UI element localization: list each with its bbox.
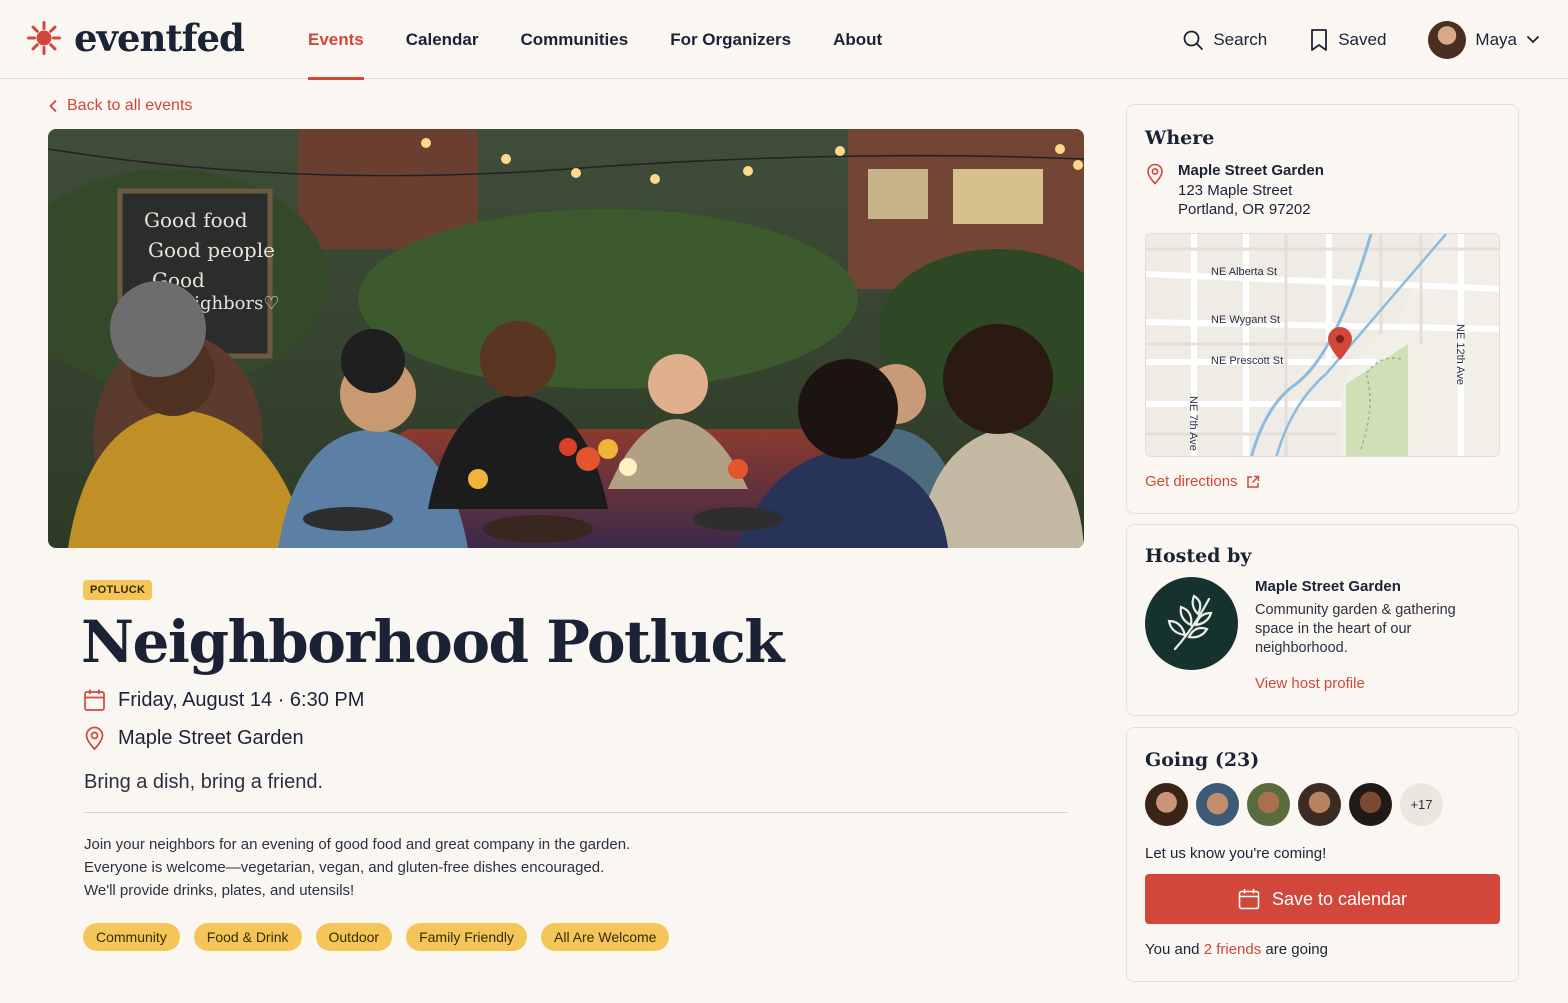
main-nav: Events Calendar Communities For Organize… (308, 0, 924, 80)
attendee-avatars: +17 (1145, 783, 1443, 826)
logo-wordmark: eventfed (74, 16, 245, 60)
chevron-down-icon (1526, 35, 1540, 44)
map-label-prescott: NE Prescott St (1211, 355, 1283, 367)
user-menu[interactable]: Maya (1428, 20, 1540, 59)
tag-family-friendly[interactable]: Family Friendly (406, 923, 527, 951)
get-directions-label: Get directions (1145, 473, 1238, 490)
nav-item-communities[interactable]: Communities (521, 0, 629, 79)
tag-outdoor[interactable]: Outdoor (315, 923, 393, 951)
nav-item-calendar[interactable]: Calendar (406, 0, 479, 79)
hosted-by-title: Hosted by (1145, 545, 1252, 567)
get-directions-link[interactable]: Get directions (1145, 473, 1260, 490)
save-to-calendar-label: Save to calendar (1271, 888, 1408, 909)
event-hero-image: Good food Good people Good neighbors♡ (48, 129, 1084, 548)
external-link-icon (1246, 475, 1259, 488)
leaf-icon (1167, 594, 1213, 651)
host-logo[interactable] (1145, 577, 1238, 670)
map-label-12th: NE 12th Ave (1454, 324, 1466, 385)
event-location: Maple Street Garden (118, 727, 304, 749)
back-to-events-link[interactable]: Back to all events (48, 97, 192, 115)
hosted-by-card: Hosted by Maple Street Garden Community … (1126, 524, 1519, 716)
user-name: Maya (1475, 29, 1517, 49)
calendar-icon (84, 689, 105, 711)
eventfed-logo[interactable]: eventfed (26, 16, 245, 60)
search-icon (1183, 30, 1204, 50)
location-pin-icon (1147, 163, 1163, 185)
save-to-calendar-button[interactable]: Save to calendar (1145, 874, 1500, 924)
host-name: Maple Street Garden (1255, 578, 1401, 595)
calendar-icon (1238, 889, 1260, 910)
saved-label: Saved (1338, 29, 1387, 49)
event-type-badge: POTLUCK (83, 580, 153, 600)
venue-street: 123 Maple Street (1178, 181, 1293, 199)
chalkboard-line-2: Good people (148, 238, 275, 262)
attendee-avatar[interactable] (1349, 783, 1392, 826)
potluck-photo: Good food Good people Good neighbors♡ (48, 129, 1084, 548)
going-title: Going (23) (1145, 749, 1260, 771)
where-title: Where (1145, 127, 1215, 149)
friends-going-link[interactable]: 2 friends (1204, 941, 1262, 958)
friends-suffix: are going (1265, 941, 1328, 958)
header-actions: Search Saved Maya (1140, 0, 1540, 79)
tag-community[interactable]: Community (83, 923, 180, 951)
top-navigation-bar: eventfed Events Calendar Communities For… (0, 0, 1568, 80)
tag-food-drink[interactable]: Food & Drink (193, 923, 302, 951)
more-attendees-count[interactable]: +17 (1400, 783, 1443, 826)
event-location-row: Maple Street Garden (83, 726, 304, 751)
bookmark-icon (1311, 28, 1328, 51)
attendee-avatar[interactable] (1145, 783, 1188, 826)
attendee-avatar[interactable] (1247, 783, 1290, 826)
host-description: Community garden & gathering space in th… (1255, 602, 1456, 656)
location-map[interactable]: NE Alberta St NE Wygant St NE Prescott S… (1145, 233, 1500, 457)
description-line: Everyone is welcome—vegetarian, vegan, a… (84, 859, 605, 876)
description-line: We'll provide drinks, plates, and utensi… (84, 882, 355, 899)
nav-item-about[interactable]: About (833, 0, 882, 79)
user-avatar (1428, 20, 1467, 59)
attendee-avatar[interactable] (1298, 783, 1341, 826)
event-title: Neighborhood Potluck (81, 608, 785, 676)
back-link-label: Back to all events (67, 97, 193, 114)
nav-item-events[interactable]: Events (308, 0, 364, 80)
venue-city: Portland, OR 97202 (1178, 201, 1311, 218)
nav-item-for-organizers[interactable]: For Organizers (670, 0, 791, 79)
chalkboard-line-1: Good food (144, 208, 248, 232)
rsvp-prompt: Let us know you're coming! (1145, 845, 1327, 862)
friends-prefix: You and (1145, 941, 1200, 958)
venue-name: Maple Street Garden (1178, 162, 1324, 179)
saved-button[interactable]: Saved (1309, 28, 1386, 52)
sunburst-logo-icon (27, 21, 61, 55)
event-date-time: Friday, August 14 · 6:30 PM (118, 688, 365, 711)
tag-all-are-welcome[interactable]: All Are Welcome (541, 923, 670, 951)
location-pin-icon (85, 726, 104, 751)
going-card: Going (23) +17 Let us know you're coming… (1126, 727, 1519, 982)
section-divider (84, 812, 1067, 813)
event-tags: Community Food & Drink Outdoor Family Fr… (83, 923, 670, 951)
search-button[interactable]: Search (1182, 29, 1267, 51)
map-label-wygant: NE Wygant St (1211, 314, 1280, 326)
map-label-alberta: NE Alberta St (1211, 266, 1277, 278)
event-tagline: Bring a dish, bring a friend. (84, 771, 324, 793)
map-graphic: NE Alberta St NE Wygant St NE Prescott S… (1146, 234, 1499, 456)
search-label: Search (1213, 29, 1268, 49)
chevron-left-icon (49, 99, 57, 113)
map-label-7th: NE 7th Ave (1187, 396, 1199, 451)
event-date-row: Friday, August 14 · 6:30 PM (83, 688, 364, 712)
view-host-profile-link[interactable]: View host profile (1255, 675, 1365, 692)
friends-going-text: You and 2 friends are going (1145, 941, 1328, 958)
where-card: Where Maple Street Garden 123 Maple Stre… (1126, 104, 1519, 514)
description-line: Join your neighbors for an evening of go… (84, 836, 631, 853)
event-description: Join your neighbors for an evening of go… (84, 833, 704, 902)
venue-address: Maple Street Garden 123 Maple Street Por… (1178, 161, 1324, 220)
attendee-avatar[interactable] (1196, 783, 1239, 826)
